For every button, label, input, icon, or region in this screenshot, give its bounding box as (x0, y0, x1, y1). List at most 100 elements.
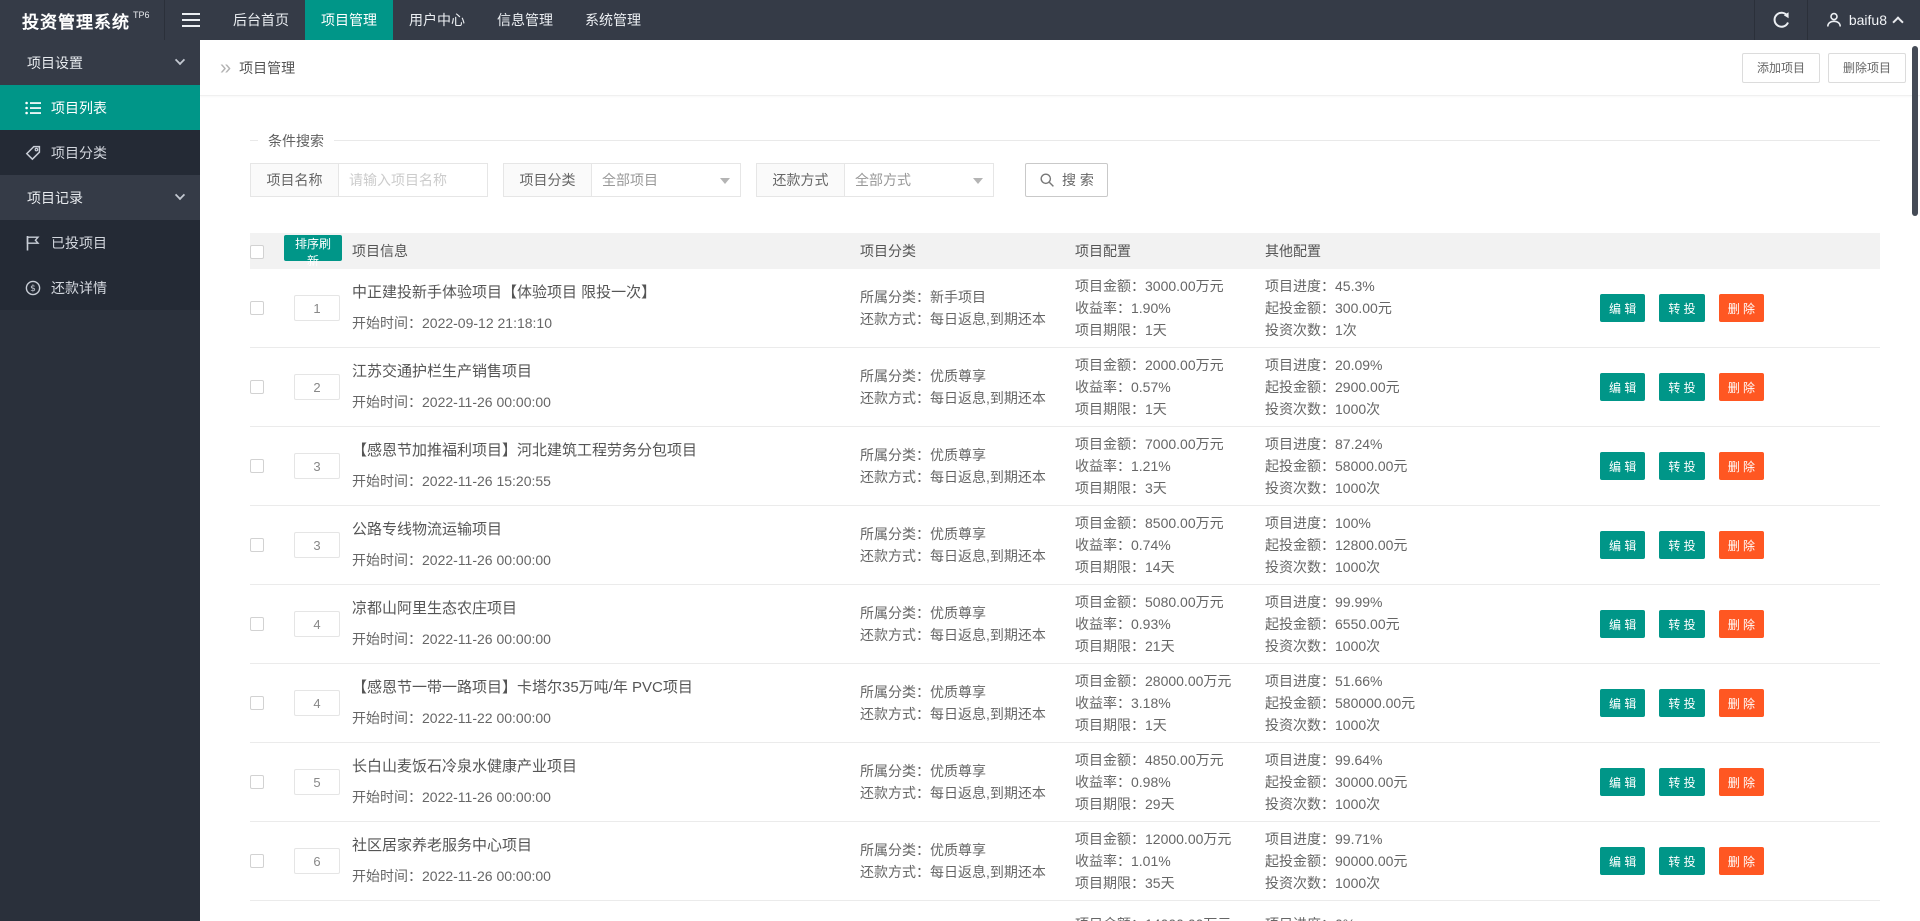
nav-tab-label: 项目管理 (321, 12, 377, 28)
project-name-input[interactable] (339, 164, 487, 196)
sort-order-input[interactable] (294, 848, 340, 874)
transfer-button[interactable]: 转 投 (1659, 373, 1705, 401)
delete-button[interactable]: 删 除 (1718, 452, 1765, 480)
project-progress: 项目进度：87.24% (1265, 436, 1383, 452)
project-category: 所属分类：优质尊享 (860, 526, 986, 542)
repay-method-group: 还款方式 全部方式 (756, 163, 994, 197)
project-category-select[interactable]: 全部项目 (591, 163, 741, 197)
repay-method: 还款方式：每日返息,到期还本 (860, 548, 1046, 564)
project-start-time: 开始时间：2022-11-26 00:00:00 (352, 551, 551, 568)
edit-button[interactable]: 编 辑 (1600, 689, 1646, 717)
top-navbar: 投资管理系统 TP6 后台首页 项目管理 用户中心 信息管理 系统管理 baif… (0, 0, 1920, 40)
edit-button[interactable]: 编 辑 (1600, 610, 1646, 638)
edit-button[interactable]: 编 辑 (1600, 768, 1646, 796)
vertical-scrollbar[interactable] (1912, 46, 1918, 216)
min-investment: 起投金额：58000.00元 (1265, 458, 1408, 474)
app-logo: 投资管理系统 TP6 (0, 0, 165, 40)
row-checkbox[interactable] (250, 537, 264, 552)
transfer-button[interactable]: 转 投 (1659, 294, 1705, 322)
sidebar-item-repayment-details[interactable]: $ 还款详情 (0, 265, 200, 310)
row-checkbox[interactable] (250, 379, 264, 394)
nav-tab-label: 用户中心 (409, 12, 465, 28)
sidebar-item-project-settings[interactable]: 项目设置 (0, 40, 200, 85)
project-amount: 项目金额：4850.00万元 (1075, 752, 1224, 768)
user-menu[interactable]: baifu8 (1808, 0, 1920, 40)
project-progress: 项目进度：51.66% (1265, 673, 1383, 689)
invest-times: 投资次数：1000次 (1265, 401, 1381, 417)
transfer-button[interactable]: 转 投 (1659, 768, 1705, 796)
row-checkbox[interactable] (250, 300, 264, 315)
yield-rate: 收益率：0.57% (1075, 379, 1171, 395)
row-checkbox[interactable] (250, 695, 264, 710)
repay-method-select[interactable]: 全部方式 (844, 163, 994, 197)
app-version-badge: TP6 (133, 10, 150, 20)
edit-button[interactable]: 编 辑 (1600, 294, 1646, 322)
project-category-group: 项目分类 全部项目 (503, 163, 741, 197)
column-header-other-config: 其他配置 (1265, 243, 1321, 259)
sidebar-item-project-list[interactable]: 项目列表 (0, 85, 200, 130)
project-progress: 项目进度：100% (1265, 515, 1371, 531)
nav-tab-info[interactable]: 信息管理 (481, 0, 569, 40)
edit-button[interactable]: 编 辑 (1600, 847, 1646, 875)
delete-button[interactable]: 删 除 (1718, 531, 1765, 559)
sort-order-input[interactable] (294, 453, 340, 479)
sidebar-item-project-records[interactable]: 项目记录 (0, 175, 200, 220)
selected-category: 全部项目 (602, 172, 658, 188)
sort-order-input[interactable] (294, 690, 340, 716)
sidebar-item-label: 还款详情 (51, 279, 107, 296)
transfer-button[interactable]: 转 投 (1659, 452, 1705, 480)
tag-icon (25, 145, 41, 161)
delete-button[interactable]: 删 除 (1718, 847, 1765, 875)
delete-button[interactable]: 删 除 (1718, 768, 1765, 796)
invest-times: 投资次数：1000次 (1265, 875, 1381, 891)
project-title: 【感恩节加推福利项目】河北建筑工程劳务分包项目 (352, 441, 698, 459)
edit-button[interactable]: 编 辑 (1600, 531, 1646, 559)
sidebar-item-project-category[interactable]: 项目分类 (0, 130, 200, 175)
sort-order-input[interactable] (294, 611, 340, 637)
refresh-button[interactable] (1753, 0, 1808, 40)
search-button[interactable]: 搜 索 (1025, 163, 1108, 197)
nav-tab-home[interactable]: 后台首页 (217, 0, 305, 40)
sort-order-input[interactable] (294, 295, 340, 321)
select-all-checkbox[interactable] (250, 245, 264, 260)
nav-tab-system[interactable]: 系统管理 (569, 0, 657, 40)
min-investment: 起投金额：300.00元 (1265, 300, 1392, 316)
table-body: 中正建投新手体验项目【体验项目 限投一次】 开始时间：2022-09-12 21… (250, 269, 1880, 901)
delete-button[interactable]: 删 除 (1718, 610, 1765, 638)
add-project-button[interactable]: 添加项目 (1741, 52, 1820, 83)
transfer-button[interactable]: 转 投 (1659, 689, 1705, 717)
project-duration: 项目期限：29天 (1075, 796, 1175, 812)
table-row-partial: 项目金额：14000.00万元 项目进度：0% (250, 901, 1880, 921)
sidebar-toggle-button[interactable] (165, 0, 217, 40)
row-checkbox[interactable] (250, 774, 264, 789)
sidebar-item-invested-projects[interactable]: 已投项目 (0, 220, 200, 265)
delete-project-button[interactable]: 删除项目 (1827, 52, 1906, 83)
nav-tab-users[interactable]: 用户中心 (393, 0, 481, 40)
yield-rate: 收益率：0.98% (1075, 774, 1171, 790)
edit-button[interactable]: 编 辑 (1600, 452, 1646, 480)
sort-order-input[interactable] (294, 374, 340, 400)
transfer-button[interactable]: 转 投 (1659, 847, 1705, 875)
transfer-button[interactable]: 转 投 (1659, 610, 1705, 638)
transfer-button[interactable]: 转 投 (1659, 531, 1705, 559)
row-checkbox[interactable] (250, 616, 264, 631)
row-checkbox[interactable] (250, 458, 264, 473)
nav-tab-projects[interactable]: 项目管理 (305, 0, 393, 40)
edit-button[interactable]: 编 辑 (1600, 373, 1646, 401)
min-investment: 起投金额：580000.00元 (1265, 695, 1416, 711)
delete-button[interactable]: 删 除 (1718, 294, 1765, 322)
min-investment: 起投金额：90000.00元 (1265, 853, 1408, 869)
sort-order-input[interactable] (294, 532, 340, 558)
nav-tab-label: 信息管理 (497, 12, 553, 28)
sort-refresh-button[interactable]: 排序刷新 (284, 234, 342, 268)
column-header-project-info: 项目信息 (352, 243, 408, 259)
delete-button[interactable]: 删 除 (1718, 373, 1765, 401)
row-checkbox[interactable] (250, 853, 264, 868)
sort-order-input[interactable] (294, 769, 340, 795)
min-investment: 起投金额：6550.00元 (1265, 616, 1400, 632)
delete-button[interactable]: 删 除 (1718, 689, 1765, 717)
projects-table: 排序刷新 项目信息 项目分类 项目配置 其他配置 中正建投新手体验项目【体验项目… (250, 233, 1880, 921)
chevron-down-icon (973, 178, 983, 184)
min-investment: 起投金额：30000.00元 (1265, 774, 1408, 790)
sidebar-item-label: 项目设置 (27, 54, 83, 71)
